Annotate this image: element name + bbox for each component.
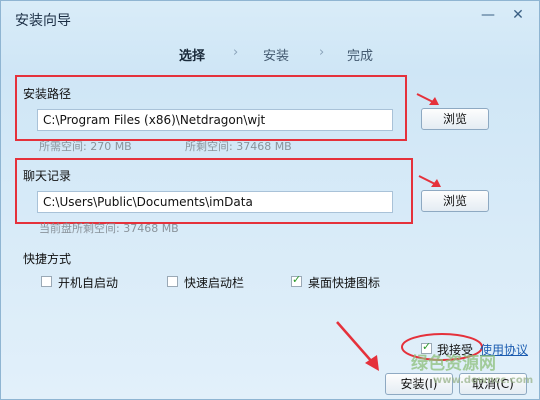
install-path-input[interactable] — [37, 109, 393, 131]
chat-log-path-input[interactable] — [37, 191, 393, 213]
autostart-label: 开机自启动 — [58, 276, 119, 290]
desktop-shortcut-label: 桌面快捷图标 — [308, 276, 381, 290]
desktop-shortcut-checkbox[interactable] — [291, 273, 302, 287]
step-select: 选择 — [179, 49, 206, 64]
red-arrow-icon — [336, 321, 379, 371]
quicklaunch-checkbox[interactable] — [167, 276, 178, 287]
shortcuts-label: 快捷方式 — [23, 252, 72, 266]
minimize-button[interactable]: — — [477, 7, 499, 25]
required-space-text: 所需空间: 270 MB — [39, 140, 132, 153]
installer-window: 安装向导 — ✕ 选择 › 安装 › 完成 安装路径 浏览 所需空间: 270 … — [0, 0, 540, 400]
red-arrow-icon — [416, 93, 439, 105]
step-indicator: 选择 › 安装 › 完成 — [1, 45, 540, 65]
red-arrow-icon — [418, 175, 441, 187]
step-install: 安装 — [263, 49, 290, 64]
free-space-text: 所剩空间: 37468 MB — [185, 140, 292, 153]
chevron-right-icon: › — [319, 45, 325, 60]
watermark-url: www.downcc.com — [433, 375, 534, 386]
step-finish: 完成 — [347, 49, 374, 64]
annotation-box — [15, 75, 407, 141]
chat-log-free-space-text: 当前盘所剩空间: 37468 MB — [39, 222, 179, 235]
title-bar: 安装向导 — ✕ — [1, 1, 540, 37]
autostart-checkbox[interactable] — [41, 276, 52, 287]
chevron-right-icon: › — [233, 45, 239, 60]
install-path-label: 安装路径 — [23, 87, 72, 101]
chat-log-label: 聊天记录 — [23, 169, 72, 183]
quicklaunch-label: 快速启动栏 — [184, 276, 245, 290]
window-title: 安装向导 — [15, 13, 71, 29]
watermark-text: 绿色资源网 — [411, 354, 496, 374]
close-button[interactable]: ✕ — [507, 7, 529, 25]
browse-chat-log-button[interactable]: 浏览 — [421, 190, 489, 212]
browse-install-path-button[interactable]: 浏览 — [421, 108, 489, 130]
